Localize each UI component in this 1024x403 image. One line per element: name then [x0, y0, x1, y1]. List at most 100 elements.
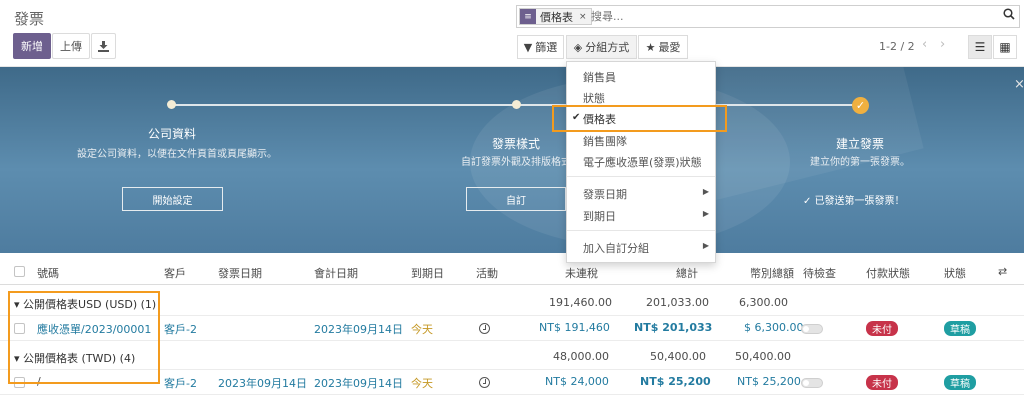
control-panel: 發票 新增 上傳 ≡ 價格表 × ▼ 篩選 ◈ 分組方式 ★ 最愛 1-2 / … [0, 0, 1024, 67]
list-view-button[interactable]: ☰ [968, 35, 992, 59]
pager-previous-icon[interactable]: ‹ [922, 37, 927, 52]
favorites-label: 最愛 [658, 41, 681, 54]
group-by-button[interactable]: ◈ 分組方式 [566, 35, 637, 59]
upload-button[interactable]: 上傳 [52, 33, 90, 59]
kanban-icon: ▦ [999, 40, 1011, 54]
search-icon[interactable] [1003, 8, 1015, 24]
column-accounting-date[interactable]: 會計日期 [314, 265, 358, 281]
payment-status-badge: 未付 [866, 375, 898, 390]
step-dot [167, 100, 176, 109]
customize-button[interactable]: 自訂 [466, 187, 566, 211]
group-row[interactable]: ▾ 公開價格表USD (USD) (1) 191,460.00 201,033.… [0, 291, 1024, 316]
step-invoice-title: 建立發票 [835, 137, 884, 151]
group-currency-total: 50,400.00 [735, 350, 791, 363]
column-to-check[interactable]: 待檢查 [803, 265, 836, 281]
group-by-option-due-date[interactable]: 到期日 ▶ [567, 205, 715, 226]
step-company-title: 公司資料 [147, 127, 196, 141]
caret-right-icon: ▶ [702, 187, 709, 196]
group-row[interactable]: ▾ 公開價格表 (TWD) (4) 48,000.00 50,400.00 50… [0, 345, 1024, 370]
to-check-toggle[interactable] [801, 324, 823, 334]
row-checkbox[interactable] [14, 377, 25, 388]
download-icon [98, 40, 109, 52]
currency-total: NT$ 25,200 [737, 375, 801, 388]
group-total: 50,400.00 [650, 350, 706, 363]
checkmark-icon: ✔ [572, 112, 581, 123]
invoice-sent-label: 已發送第一張發票！ [814, 196, 905, 207]
group-by-option-sales-team[interactable]: 銷售團隊 [567, 130, 715, 151]
search-facet-pricelist[interactable]: ≡ 價格表 × [519, 8, 592, 25]
favorites-button[interactable]: ★ 最愛 [638, 35, 688, 59]
group-currency-total: 6,300.00 [739, 296, 788, 309]
table-row[interactable]: 應收憑單/2023/00001 客戶-2 2023年09月14日 今天 NT$ … [0, 316, 1024, 341]
group-untaxed: 191,460.00 [549, 296, 612, 309]
untaxed-amount: NT$ 24,000 [545, 375, 609, 388]
status-badge: 草稿 [944, 375, 976, 390]
group-by-option-einvoice-status[interactable]: 電子應收憑單(發票)狀態 [567, 151, 715, 172]
pager-next-icon[interactable]: › [940, 37, 945, 52]
column-total[interactable]: 總計 [676, 265, 698, 281]
column-status[interactable]: 狀態 [944, 265, 966, 281]
untaxed-amount: NT$ 191,460 [539, 321, 610, 334]
to-check-toggle[interactable] [801, 378, 823, 388]
invoice-number[interactable]: 應收憑單/2023/00001 [37, 321, 151, 337]
group-by-option-pricelist[interactable]: ✔ 價格表 [567, 108, 715, 129]
activity-clock-icon[interactable] [479, 377, 490, 388]
search-bar[interactable]: ≡ 價格表 × [516, 5, 1020, 28]
group-by-option-status[interactable]: 狀態 [567, 87, 715, 108]
accounting-date: 2023年09月14日 [314, 377, 403, 390]
accounting-date: 2023年09月14日 [314, 323, 403, 336]
column-payment-status[interactable]: 付款狀態 [866, 265, 910, 281]
new-button[interactable]: 新增 [13, 33, 51, 59]
table-row[interactable]: / 客戶-2 2023年09月14日 2023年09月14日 今天 NT$ 24… [0, 370, 1024, 395]
total-amount: NT$ 201,033 [634, 321, 713, 334]
column-untaxed[interactable]: 未連稅 [565, 265, 598, 281]
group-label: ▾ 公開價格表USD (USD) (1) [14, 296, 156, 312]
group-by-option-salesperson[interactable]: 銷售員 [567, 66, 715, 87]
start-setup-button[interactable]: 開始設定 [122, 187, 223, 211]
star-icon: ★ [645, 40, 656, 54]
activity-clock-icon[interactable] [479, 323, 490, 334]
invoice-number[interactable]: / [37, 375, 41, 388]
search-input[interactable] [591, 9, 981, 24]
group-by-dropdown: 銷售員 狀態 ✔ 價格表 銷售團隊 電子應收憑單(發票)狀態 發票日期 ▶ 到期… [566, 61, 716, 263]
step-dot [512, 100, 521, 109]
column-invoice-date[interactable]: 發票日期 [218, 265, 262, 281]
column-currency-total[interactable]: 幣別總額 [750, 265, 794, 281]
column-customer[interactable]: 客戶 [164, 265, 186, 281]
total-amount: NT$ 25,200 [640, 375, 711, 388]
column-activity[interactable]: 活動 [476, 265, 498, 281]
layers-icon: ◈ [573, 40, 583, 54]
group-by-option-invoice-date[interactable]: 發票日期 ▶ [567, 183, 715, 204]
row-checkbox[interactable] [14, 323, 25, 334]
close-banner-icon[interactable]: × [1014, 77, 1024, 92]
due-date: 今天 [411, 377, 433, 390]
step-company-desc: 設定公司資料，以便在文件頁首或頁尾顯示。 [77, 149, 277, 160]
step-layout-title: 發票樣式 [491, 137, 540, 151]
pager-value[interactable]: 1-2 / 2 [879, 40, 915, 53]
add-custom-group-option[interactable]: 加入自訂分組 ▶ [567, 237, 715, 258]
group-by-option-label: 發票日期 [583, 187, 627, 201]
column-number[interactable]: 號碼 [37, 265, 59, 281]
group-label: ▾ 公開價格表 (TWD) (4) [14, 350, 135, 366]
caret-down-icon: ▾ [14, 298, 24, 311]
kanban-view-button[interactable]: ▦ [993, 35, 1017, 59]
caret-right-icon: ▶ [702, 209, 709, 218]
select-all-checkbox[interactable] [14, 266, 25, 277]
group-total: 201,033.00 [646, 296, 709, 309]
payment-status-badge: 未付 [866, 321, 898, 336]
group-name: 公開價格表 (TWD) (4) [23, 352, 136, 365]
caret-down-icon: ▾ [14, 352, 24, 365]
customer[interactable]: 客戶-2 [164, 321, 197, 337]
step-layout-desc: 自訂發票外觀及排版格式 [461, 157, 571, 168]
customer[interactable]: 客戶-2 [164, 375, 197, 391]
menu-divider [567, 176, 715, 177]
filter-button[interactable]: ▼ 篩選 [517, 35, 564, 59]
remove-facet-icon[interactable]: × [577, 12, 591, 22]
download-button[interactable] [91, 33, 116, 59]
search-facet-label: 價格表 [540, 10, 573, 24]
status-badge: 草稿 [944, 321, 976, 336]
optional-columns-icon[interactable]: ⇄ [998, 265, 1007, 278]
list-icon: ☰ [974, 40, 986, 54]
column-due-date[interactable]: 到期日 [411, 265, 444, 281]
group-name: 公開價格表USD (USD) (1) [23, 298, 157, 311]
